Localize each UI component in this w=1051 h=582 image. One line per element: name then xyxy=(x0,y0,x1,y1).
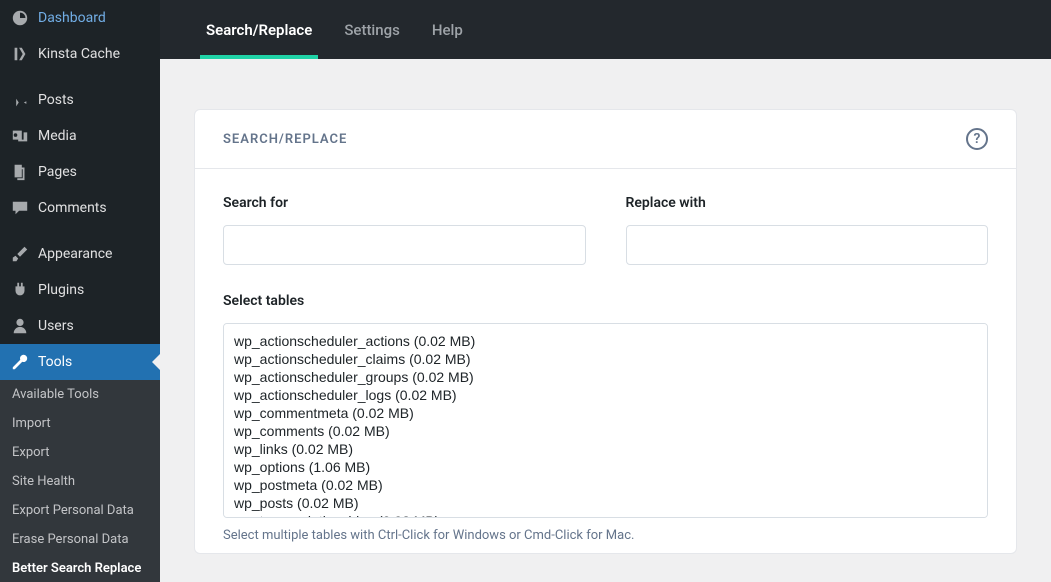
sidebar-item-label: Plugins xyxy=(38,282,84,298)
sidebar-item-users[interactable]: Users xyxy=(0,308,160,344)
subitem-import[interactable]: Import xyxy=(0,409,160,438)
user-icon xyxy=(10,316,30,336)
table-option[interactable]: wp_actionscheduler_groups (0.02 MB) xyxy=(232,368,979,386)
comment-icon xyxy=(10,198,30,218)
tab-search-replace[interactable]: Search/Replace xyxy=(190,0,328,59)
sidebar-item-appearance[interactable]: Appearance xyxy=(0,236,160,272)
dashboard-icon xyxy=(10,8,30,28)
replace-with-input[interactable] xyxy=(626,225,989,265)
tab-help[interactable]: Help xyxy=(416,0,479,59)
table-option[interactable]: wp_posts (0.02 MB) xyxy=(232,494,979,512)
replace-with-label: Replace with xyxy=(626,195,989,211)
subitem-better-search-replace[interactable]: Better Search Replace xyxy=(0,554,160,582)
tab-settings[interactable]: Settings xyxy=(328,0,416,59)
help-icon[interactable]: ? xyxy=(966,128,988,150)
sidebar-item-label: Appearance xyxy=(38,246,112,262)
admin-sidebar: Dashboard Kinsta Cache Posts Media Pages… xyxy=(0,0,160,582)
table-option[interactable]: wp_links (0.02 MB) xyxy=(232,440,979,458)
table-option[interactable]: wp_actionscheduler_logs (0.02 MB) xyxy=(232,386,979,404)
subitem-export-personal-data[interactable]: Export Personal Data xyxy=(0,496,160,525)
table-option[interactable]: wp_options (1.06 MB) xyxy=(232,458,979,476)
search-for-label: Search for xyxy=(223,195,586,211)
media-icon xyxy=(10,126,30,146)
sidebar-item-posts[interactable]: Posts xyxy=(0,82,160,118)
card-title: SEARCH/REPLACE xyxy=(223,132,347,147)
subitem-site-health[interactable]: Site Health xyxy=(0,467,160,496)
plug-icon xyxy=(10,280,30,300)
table-option[interactable]: wp_actionscheduler_claims (0.02 MB) xyxy=(232,350,979,368)
sidebar-item-label: Kinsta Cache xyxy=(38,46,120,62)
subitem-erase-personal-data[interactable]: Erase Personal Data xyxy=(0,525,160,554)
sidebar-item-label: Posts xyxy=(38,92,74,108)
sidebar-item-label: Media xyxy=(38,128,77,144)
sidebar-item-kinsta-cache[interactable]: Kinsta Cache xyxy=(0,36,160,72)
pin-icon xyxy=(10,90,30,110)
search-replace-card: SEARCH/REPLACE ? Search for Replace with… xyxy=(194,109,1017,554)
subitem-export[interactable]: Export xyxy=(0,438,160,467)
table-option[interactable]: wp_comments (0.02 MB) xyxy=(232,422,979,440)
sidebar-item-comments[interactable]: Comments xyxy=(0,190,160,226)
plugin-tabbar: Search/Replace Settings Help xyxy=(160,0,1051,59)
sidebar-item-label: Pages xyxy=(38,164,77,180)
sidebar-item-label: Users xyxy=(38,318,74,334)
search-for-input[interactable] xyxy=(223,225,586,265)
sidebar-item-dashboard[interactable]: Dashboard xyxy=(0,0,160,36)
select-tables-label: Select tables xyxy=(223,293,988,309)
kinsta-icon xyxy=(10,44,30,64)
sidebar-item-pages[interactable]: Pages xyxy=(0,154,160,190)
select-tables[interactable]: wp_actionscheduler_actions (0.02 MB)wp_a… xyxy=(223,323,988,518)
main-content: Search/Replace Settings Help SEARCH/REPL… xyxy=(160,0,1051,582)
tools-submenu: Available Tools Import Export Site Healt… xyxy=(0,380,160,582)
sidebar-item-plugins[interactable]: Plugins xyxy=(0,272,160,308)
subitem-available-tools[interactable]: Available Tools xyxy=(0,380,160,409)
table-option[interactable]: wp_actionscheduler_actions (0.02 MB) xyxy=(232,332,979,350)
table-option[interactable]: wp_commentmeta (0.02 MB) xyxy=(232,404,979,422)
sidebar-item-label: Dashboard xyxy=(38,10,106,26)
brush-icon xyxy=(10,244,30,264)
select-tables-hint: Select multiple tables with Ctrl-Click f… xyxy=(223,528,988,543)
wrench-icon xyxy=(10,352,30,372)
sidebar-item-label: Tools xyxy=(38,354,72,370)
pages-icon xyxy=(10,162,30,182)
table-option[interactable]: wp_term_relationships (0.02 MB) xyxy=(232,512,979,518)
sidebar-item-label: Comments xyxy=(38,200,107,216)
table-option[interactable]: wp_postmeta (0.02 MB) xyxy=(232,476,979,494)
sidebar-item-tools[interactable]: Tools xyxy=(0,344,160,380)
sidebar-item-media[interactable]: Media xyxy=(0,118,160,154)
